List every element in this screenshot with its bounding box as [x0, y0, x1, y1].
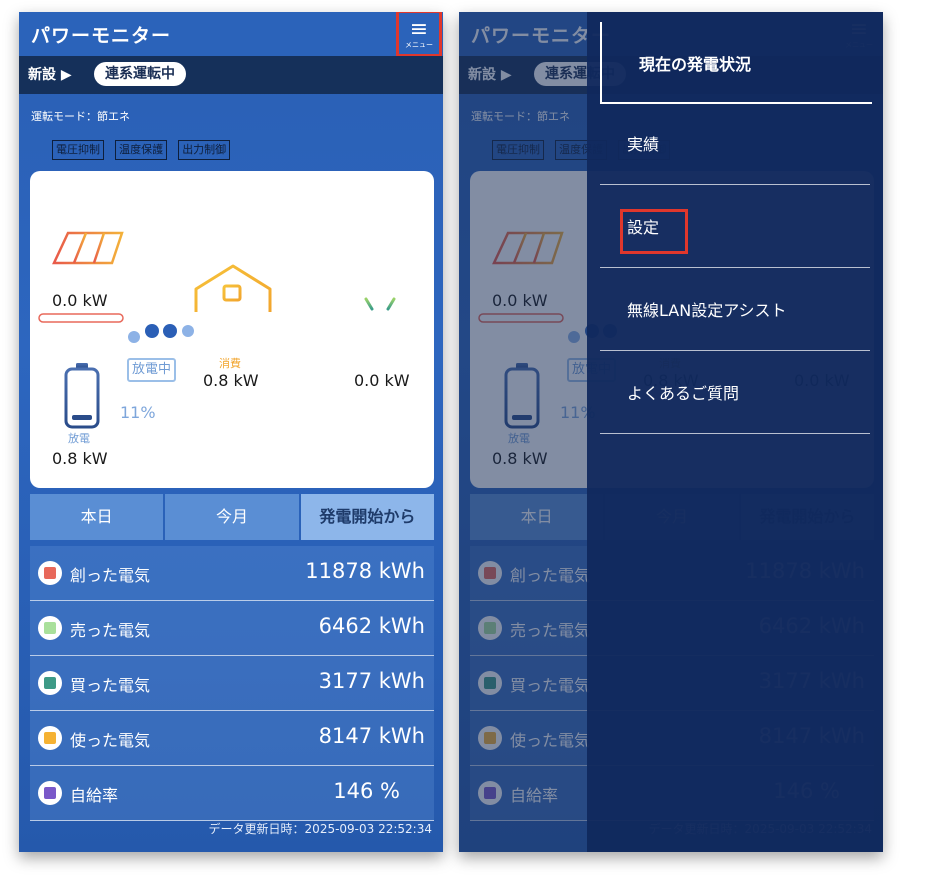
stat-row-sold: 売った電気 6462 kWh	[30, 601, 434, 656]
grid-state-badge: 連系運転中	[94, 62, 186, 86]
house-consumption-value: 0.8 kW	[203, 371, 259, 390]
legend-dot	[38, 726, 62, 750]
solar-output-bar	[38, 313, 124, 323]
app-header: パワーモニター ≡ メニュー	[19, 12, 443, 56]
app-screen-main: パワーモニター ≡ メニュー 新設 ▶ 連系運転中 運転モード：節エネ 電圧抑制…	[19, 12, 443, 852]
battery-icon	[64, 363, 100, 429]
battery-label: 放電	[68, 432, 90, 445]
drawer-item-label: 現在の発電状況	[639, 55, 752, 74]
solar-panel-icon	[52, 231, 124, 277]
drawer-item-label: 実績	[627, 135, 660, 154]
stat-value: 11878 kWh	[305, 559, 425, 583]
status-bar: 新設 ▶ 連系運転中	[19, 56, 443, 94]
drawer-item-current-status[interactable]: 現在の発電状況	[600, 22, 872, 104]
grid-power-value: 0.0 kW	[354, 371, 410, 390]
self-sufficiency-color-swatch	[44, 787, 56, 799]
stat-label: 買った電気	[70, 676, 151, 695]
bought-color-swatch	[44, 677, 56, 689]
flow-indicator-dots	[128, 324, 194, 343]
legend-dot	[38, 616, 62, 640]
drawer-item-results[interactable]: 実績	[600, 102, 870, 185]
app-screen-menu-open: パワーモニター ≡ メニュー 新設 ▶ 連系運転中 運転モード：節エネ 電圧抑制…	[459, 12, 883, 852]
stat-row-bought: 買った電気 3177 kWh	[30, 656, 434, 711]
operation-mode: 運転モード：節エネ	[31, 110, 130, 123]
stat-label: 売った電気	[70, 621, 151, 640]
stat-value: 6462 kWh	[318, 614, 425, 638]
stat-label: 創った電気	[70, 566, 151, 585]
sold-color-swatch	[44, 622, 56, 634]
status-new-label: 新設 ▶	[28, 67, 72, 83]
data-updated-timestamp: データ更新日時：2025-09-03 22:52:34	[208, 822, 432, 836]
battery-discharging-badge: 放電中	[127, 358, 177, 382]
tab-this-month[interactable]: 今月	[165, 494, 299, 540]
stat-label: 自給率	[70, 786, 119, 805]
tab-today[interactable]: 本日	[30, 494, 164, 540]
house-icon	[194, 264, 272, 314]
tag-output-control: 出力制御	[178, 140, 231, 160]
stat-value: 8147 kWh	[318, 724, 425, 748]
stat-label: 使った電気	[70, 731, 151, 750]
tag-temperature-protection: 温度保護	[115, 140, 168, 160]
app-title: パワーモニター	[31, 25, 172, 47]
stat-row-self-sufficiency: 自給率 146 %	[30, 766, 434, 821]
utility-pole-icon	[358, 279, 404, 345]
menu-highlight-box	[396, 12, 442, 57]
legend-dot	[38, 671, 62, 695]
period-tabs: 本日 今月 発電開始から	[30, 494, 434, 540]
stat-row-generated: 創った電気 11878 kWh	[30, 546, 434, 601]
stat-value: 3177 kWh	[318, 669, 425, 693]
legend-dot	[38, 781, 62, 805]
power-flow-diagram	[38, 231, 404, 429]
power-flow-card: 0.0 kW 消費 0.8 kW 0.0 kW 放電中 11% 放電 0.8 k…	[30, 171, 434, 488]
battery-power-value: 0.8 kW	[52, 449, 108, 468]
drawer-item-label: 無線LAN設定アシスト	[627, 301, 787, 320]
stats-list: 創った電気 11878 kWh 売った電気 6462 kWh 買った電気 317…	[30, 546, 434, 821]
tag-voltage-suppression: 電圧抑制	[52, 140, 104, 160]
stat-value: 146 %	[333, 779, 400, 803]
drawer-item-label: よくあるご質問	[627, 384, 740, 403]
generated-color-swatch	[44, 567, 56, 579]
tab-since-start[interactable]: 発電開始から	[300, 494, 434, 540]
drawer-item-faq[interactable]: よくあるご質問	[600, 351, 870, 434]
mode-tags: 電圧抑制 温度保護 出力制御	[52, 138, 236, 160]
house-consumption-label: 消費	[219, 357, 241, 370]
battery-percent: 11%	[120, 403, 156, 422]
used-color-swatch	[44, 732, 56, 744]
legend-dot	[38, 561, 62, 585]
solar-power-value: 0.0 kW	[52, 291, 108, 310]
navigation-drawer: 現在の発電状況 実績 設定 無線LAN設定アシスト よくあるご質問	[587, 12, 883, 852]
stat-row-used: 使った電気 8147 kWh	[30, 711, 434, 766]
drawer-item-wifi-assist[interactable]: 無線LAN設定アシスト	[600, 268, 870, 351]
settings-highlight-box	[620, 209, 688, 254]
